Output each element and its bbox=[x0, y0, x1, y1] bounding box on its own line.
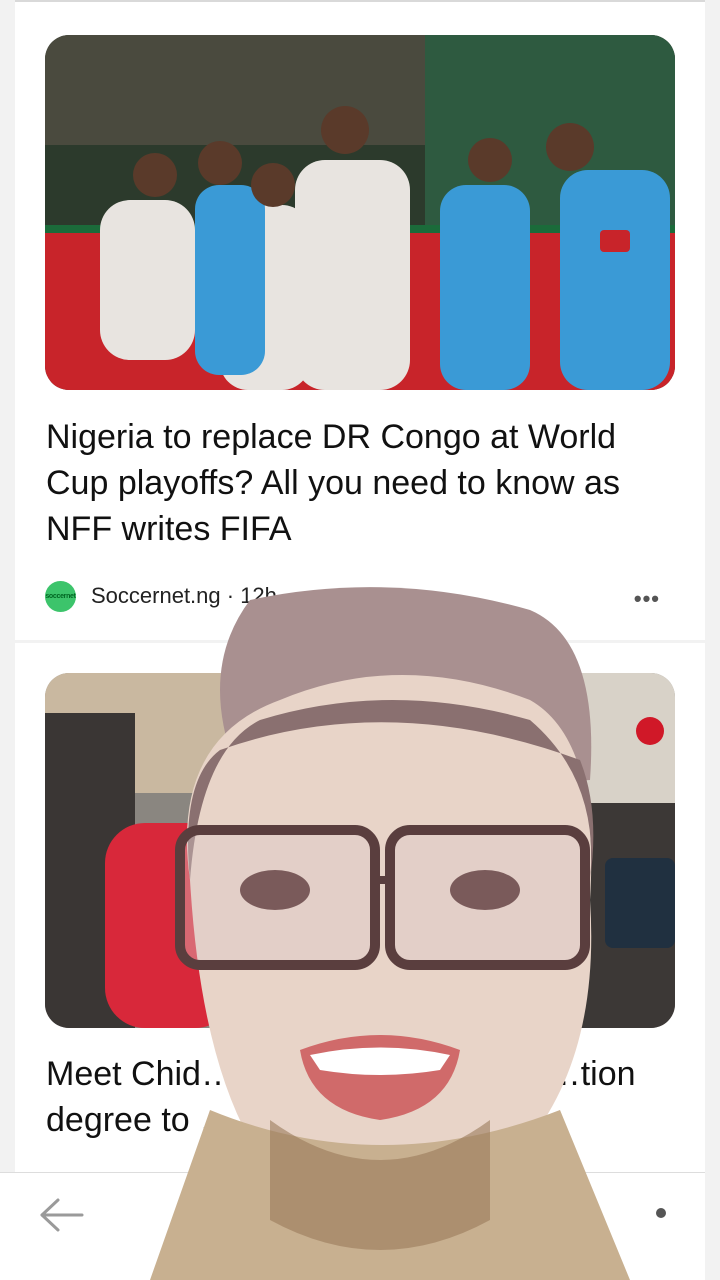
article-source[interactable]: soccernet Soccernet.ng · 12h bbox=[45, 580, 277, 612]
article-image[interactable] bbox=[45, 673, 675, 1028]
page-edge bbox=[705, 0, 720, 1280]
article-image[interactable] bbox=[45, 35, 675, 390]
bottom-navigation-bar bbox=[0, 1172, 720, 1280]
football-match-photo bbox=[45, 35, 675, 390]
back-arrow-icon[interactable] bbox=[38, 1195, 84, 1235]
news-feed-page: Nigeria to replace DR Congo at World Cup… bbox=[0, 0, 720, 1280]
article-card[interactable]: Nigeria to replace DR Congo at World Cup… bbox=[15, 0, 705, 640]
car-interior-photo bbox=[45, 673, 675, 1028]
more-dots-icon[interactable]: ••• bbox=[634, 586, 660, 612]
source-logo: soccernet bbox=[45, 580, 76, 612]
article-headline[interactable]: Nigeria to replace DR Congo at World Cup… bbox=[46, 414, 686, 552]
article-headline[interactable]: Meet Chid… …ber driver who … …tion degre… bbox=[46, 1051, 686, 1173]
more-dot-icon[interactable] bbox=[656, 1208, 666, 1218]
source-meta: Soccernet.ng · 12h bbox=[91, 583, 277, 608]
article-card[interactable]: Meet Chid… …ber driver who … …tion degre… bbox=[15, 643, 705, 1183]
